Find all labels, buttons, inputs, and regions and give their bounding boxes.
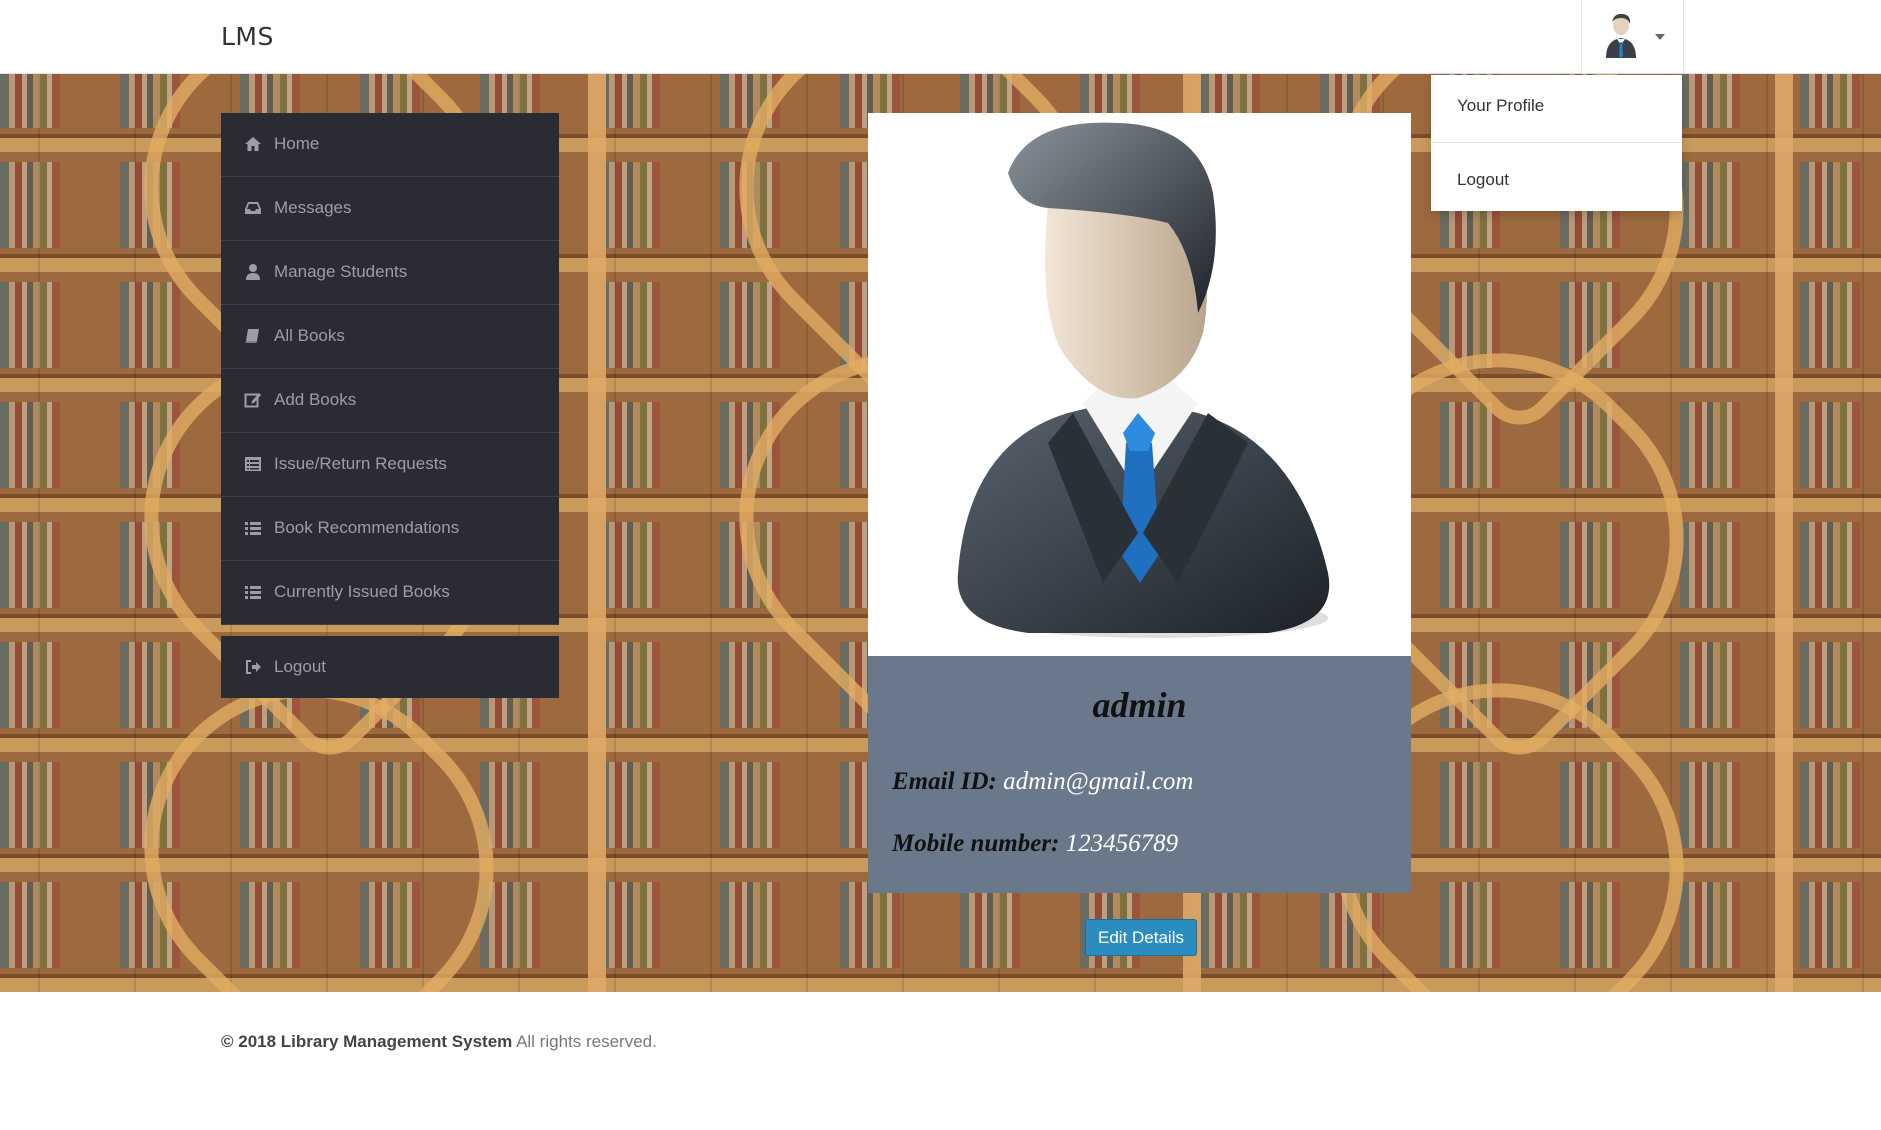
sidebar-item-book-recommendations[interactable]: Book Recommendations — [221, 497, 559, 561]
sidebar-item-label: All Books — [274, 326, 345, 345]
inbox-icon — [245, 202, 261, 214]
sidebar-item-home[interactable]: Home — [221, 113, 559, 177]
dropdown-item-logout[interactable]: Logout — [1431, 149, 1682, 211]
sidebar-menu: Home Messages Manage Students All Books … — [221, 113, 559, 698]
chevron-down-icon — [1655, 34, 1665, 40]
edit-icon — [244, 393, 261, 408]
user-icon — [246, 264, 260, 280]
sidebar-item-manage-students[interactable]: Manage Students — [221, 241, 559, 305]
profile-email-row: Email ID: admin@gmail.com — [892, 768, 1193, 796]
footer-text: © 2018 Library Management System All rig… — [221, 1032, 657, 1052]
sidebar-item-label: Logout — [274, 657, 326, 676]
sidebar-item-label: Messages — [274, 198, 352, 217]
home-icon — [245, 137, 261, 151]
sidebar-item-label: Manage Students — [274, 262, 408, 281]
mobile-label: Mobile number: — [892, 830, 1060, 857]
sidebar-item-issue-return-requests[interactable]: Issue/Return Requests — [221, 433, 559, 497]
sidebar-item-label: Issue/Return Requests — [274, 454, 447, 473]
mobile-value: 123456789 — [1065, 830, 1179, 857]
edit-details-button[interactable]: Edit Details — [1085, 919, 1197, 956]
book-icon — [245, 329, 259, 343]
profile-info-panel: admin Email ID: admin@gmail.com Mobile n… — [868, 656, 1411, 893]
email-label: Email ID: — [892, 768, 997, 795]
sidebar-item-messages[interactable]: Messages — [221, 177, 559, 241]
dropdown-divider — [1431, 142, 1682, 143]
list-icon — [245, 586, 261, 599]
email-value: admin@gmail.com — [1003, 768, 1194, 795]
sidebar-item-label: Currently Issued Books — [274, 582, 450, 601]
shelf-post — [588, 74, 606, 992]
profile-photo-panel — [868, 113, 1411, 656]
user-dropdown-menu: Your Profile Logout — [1431, 75, 1682, 211]
shelf-post — [1775, 74, 1793, 992]
sidebar-item-label: Add Books — [274, 390, 357, 409]
profile-name: admin — [1092, 685, 1187, 725]
footer-rights: All rights reserved. — [516, 1032, 657, 1051]
list-icon — [245, 522, 261, 535]
sidebar-item-logout[interactable]: Logout — [221, 636, 559, 698]
sidebar-item-label: Home — [274, 134, 320, 153]
footer-copyright: © 2018 Library Management System — [221, 1032, 513, 1051]
list-alt-icon — [245, 457, 261, 471]
page-footer: © 2018 Library Management System All rig… — [0, 992, 1881, 1130]
sidebar-item-label: Book Recommendations — [274, 518, 460, 537]
logout-icon — [246, 660, 261, 674]
dropdown-item-your-profile[interactable]: Your Profile — [1431, 75, 1682, 137]
profile-mobile-row: Mobile number: 123456789 — [892, 830, 1178, 858]
sidebar-item-currently-issued-books[interactable]: Currently Issued Books — [221, 561, 559, 625]
top-navbar: LMS — [0, 0, 1881, 74]
brand-logo[interactable]: LMS — [221, 22, 274, 51]
user-menu-toggle[interactable] — [1581, 0, 1684, 73]
user-avatar-icon — [1606, 13, 1636, 58]
sidebar-item-add-books[interactable]: Add Books — [221, 369, 559, 433]
profile-avatar-image — [957, 122, 1330, 638]
sidebar-item-all-books[interactable]: All Books — [221, 305, 559, 369]
